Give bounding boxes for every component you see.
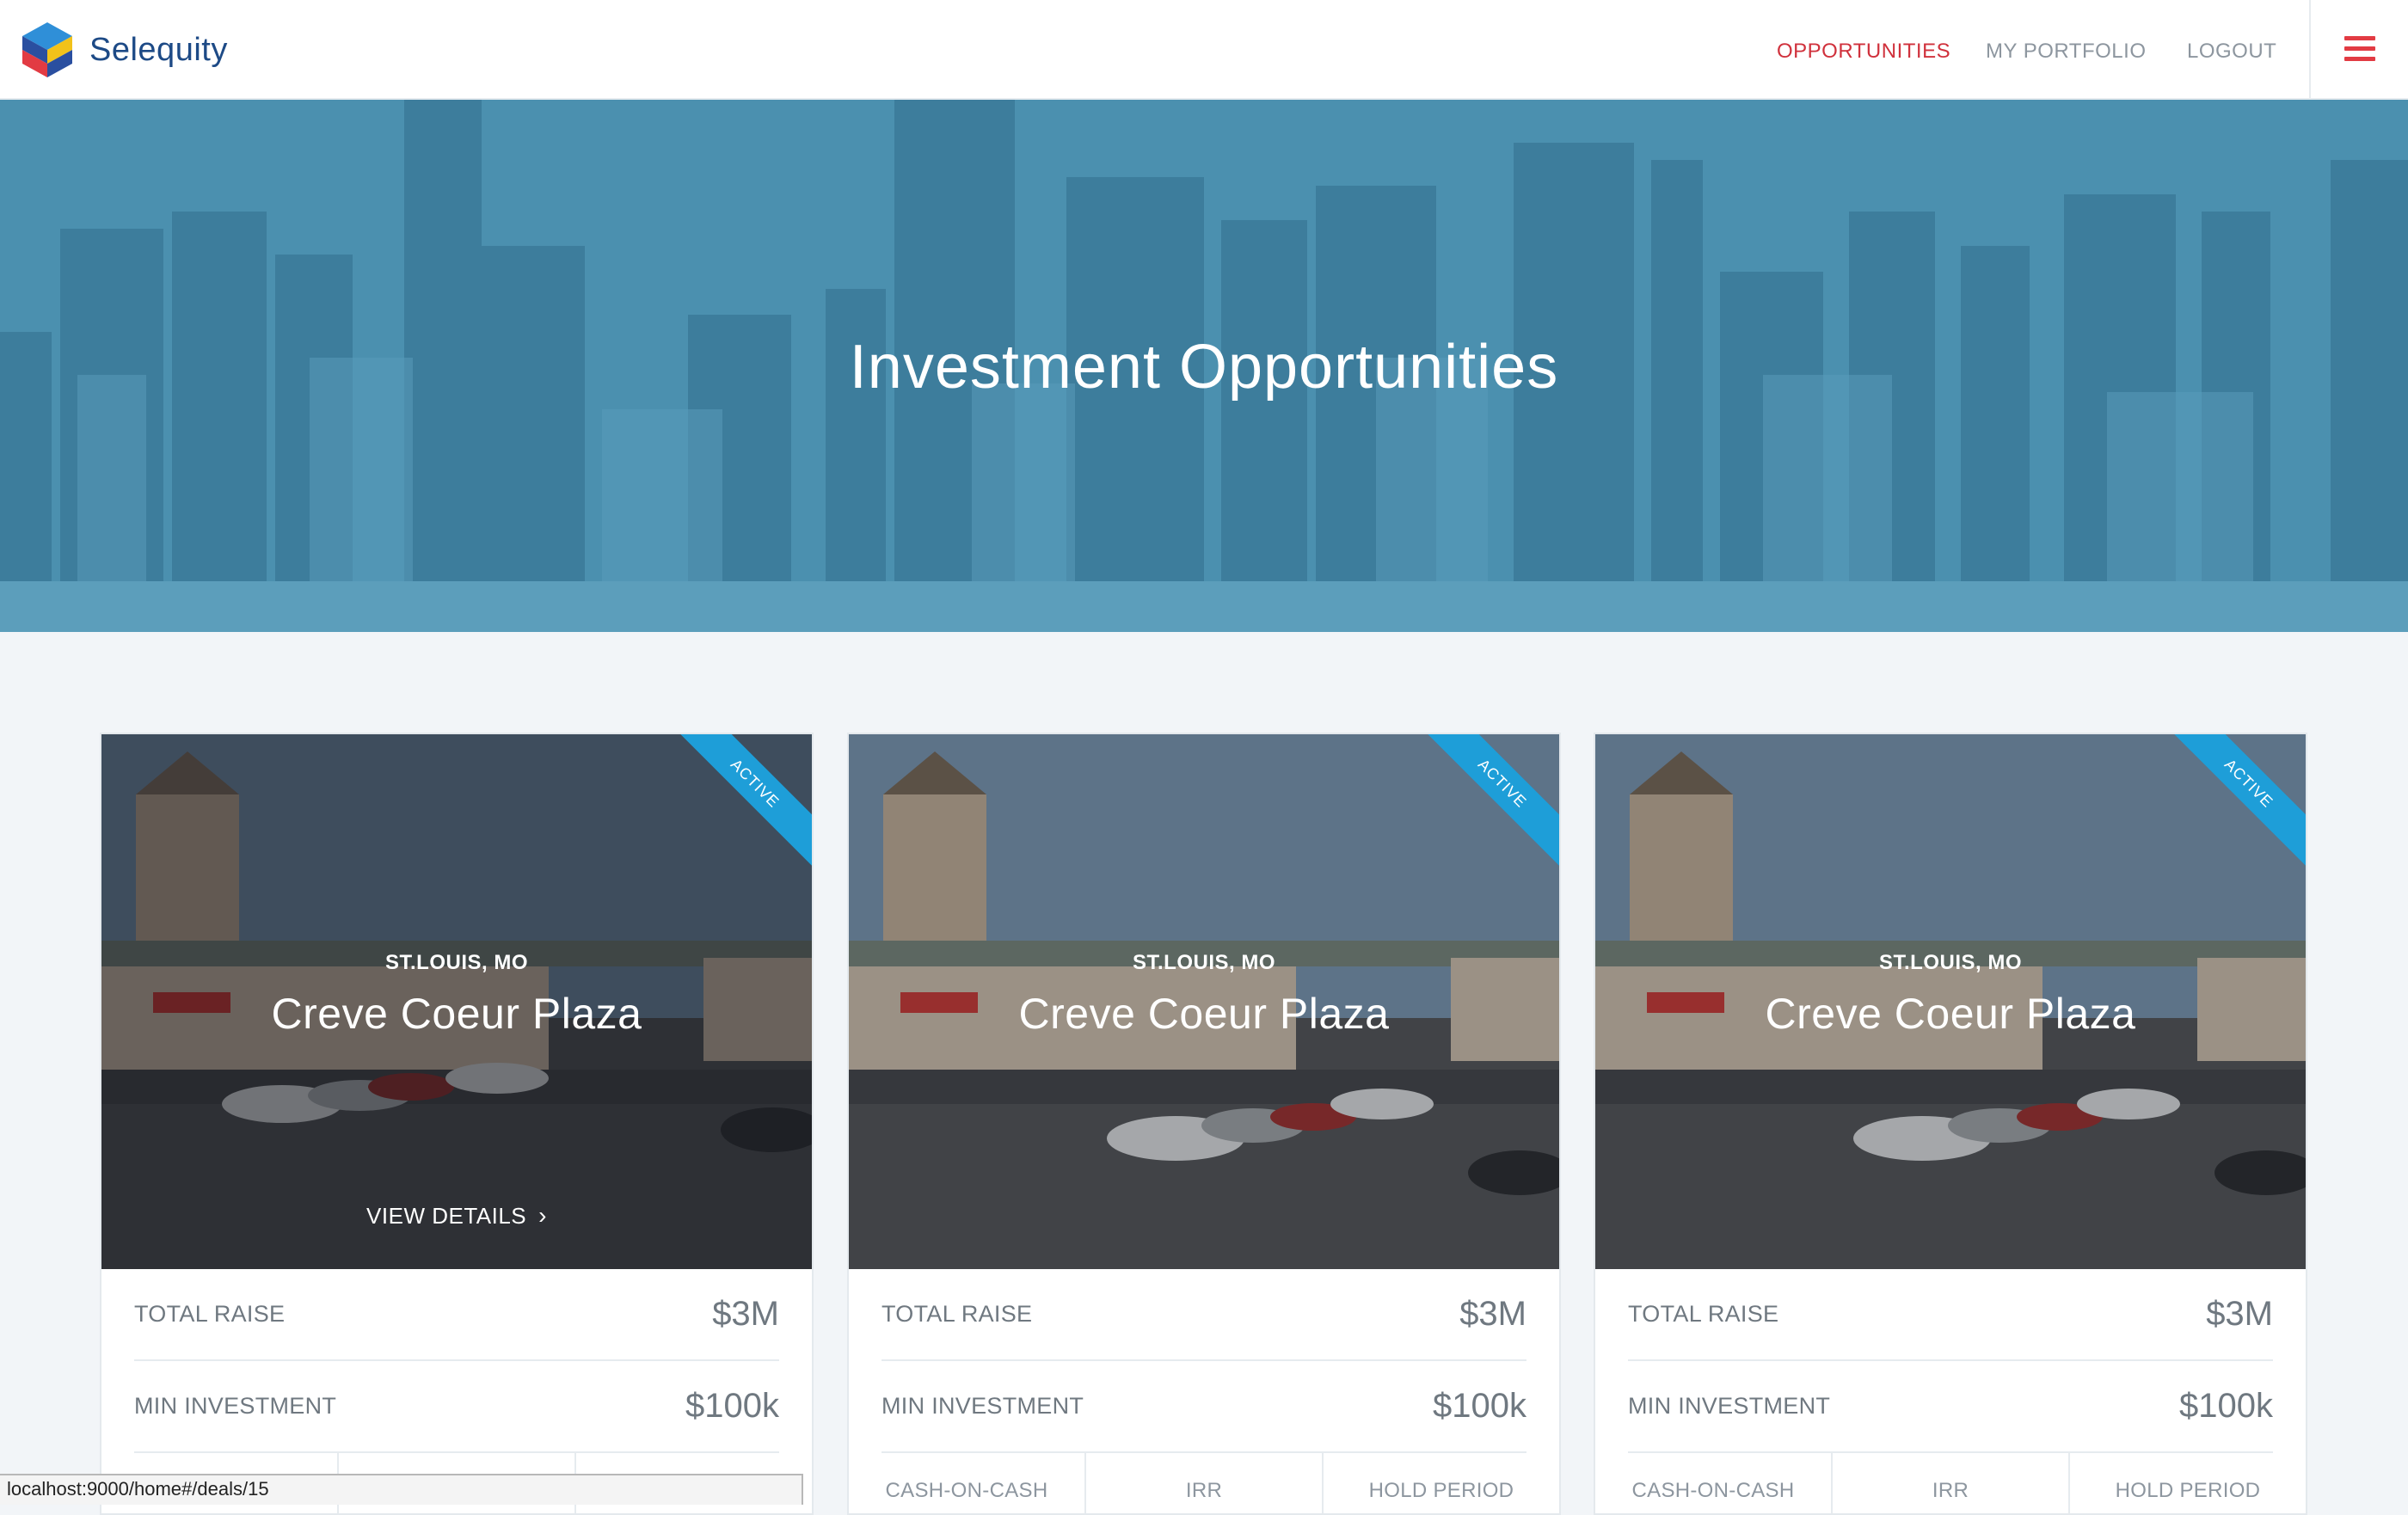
brand-logo-link[interactable]: Selequity	[22, 22, 228, 77]
hero-banner: Investment Opportunities	[0, 100, 2408, 632]
stat-label: TOTAL RAISE	[882, 1301, 1033, 1327]
stat-value: $3M	[712, 1295, 779, 1333]
brand-name: Selequity	[89, 31, 228, 68]
stat-label: TOTAL RAISE	[134, 1301, 286, 1327]
stat-row-total-raise: TOTAL RAISE $3M	[1628, 1269, 2273, 1361]
deal-title: Creve Coeur Plaza	[271, 990, 642, 1038]
deal-card-image[interactable]: ACTIVE ST.LOUIS, MO Creve Coeur Plaza	[849, 734, 1559, 1269]
stat-row-total-raise: TOTAL RAISE $3M	[134, 1269, 779, 1361]
menu-toggle-button[interactable]	[2309, 0, 2408, 98]
hamburger-icon	[2344, 36, 2375, 62]
stat-value: $100k	[1433, 1387, 1526, 1425]
deal-title: Creve Coeur Plaza	[1765, 990, 2136, 1038]
nav-logout[interactable]: LOGOUT	[2187, 40, 2276, 64]
deal-location: ST.LOUIS, MO	[1132, 951, 1275, 974]
stat-row-min-investment: MIN INVESTMENT $100k	[134, 1361, 779, 1453]
deal-title: Creve Coeur Plaza	[1018, 990, 1390, 1038]
view-details-label: VIEW DETAILS	[366, 1203, 527, 1229]
deal-card[interactable]: ACTIVE ST.LOUIS, MO Creve Coeur Plaza TO…	[847, 733, 1561, 1515]
deal-location: ST.LOUIS, MO	[384, 951, 528, 974]
deal-location: ST.LOUIS, MO	[1878, 951, 2022, 974]
stat-label: MIN INVESTMENT	[134, 1393, 337, 1419]
stat-value: $100k	[685, 1387, 779, 1425]
deal-card-image[interactable]: ACTIVE ST.LOUIS, MO Creve Coeur Plaza	[1595, 734, 2306, 1269]
stat-value: $3M	[2206, 1295, 2273, 1333]
stat-label: MIN INVESTMENT	[882, 1393, 1084, 1419]
top-navbar: Selequity OPPORTUNITIES MY PORTFOLIO LOG…	[0, 0, 2408, 100]
deal-card[interactable]: ACTIVE ST.LOUIS, MO Creve Coeur Plaza VI…	[100, 733, 814, 1515]
view-details-link[interactable]: VIEW DETAILS ›	[101, 1202, 812, 1230]
stat-value: $3M	[1459, 1295, 1526, 1333]
nav-my-portfolio[interactable]: MY PORTFOLIO	[1986, 40, 2146, 64]
stat-row-total-raise: TOTAL RAISE $3M	[882, 1269, 1526, 1361]
stat-row-min-investment: MIN INVESTMENT $100k	[1628, 1361, 2273, 1453]
deal-card[interactable]: ACTIVE ST.LOUIS, MO Creve Coeur Plaza TO…	[1594, 733, 2307, 1515]
selequity-logo-icon	[22, 22, 72, 77]
stat-label: MIN INVESTMENT	[1628, 1393, 1831, 1419]
deal-card-image[interactable]: ACTIVE ST.LOUIS, MO Creve Coeur Plaza VI…	[101, 734, 812, 1269]
nav-opportunities[interactable]: OPPORTUNITIES	[1777, 40, 1950, 64]
page-title: Investment Opportunities	[849, 333, 1559, 402]
stat-row-min-investment: MIN INVESTMENT $100k	[882, 1361, 1526, 1453]
stat-label: TOTAL RAISE	[1628, 1301, 1779, 1327]
chevron-right-icon: ›	[538, 1202, 547, 1229]
stat-value: $100k	[2179, 1387, 2273, 1425]
browser-status-url: localhost:9000/home#/deals/15	[0, 1474, 803, 1505]
